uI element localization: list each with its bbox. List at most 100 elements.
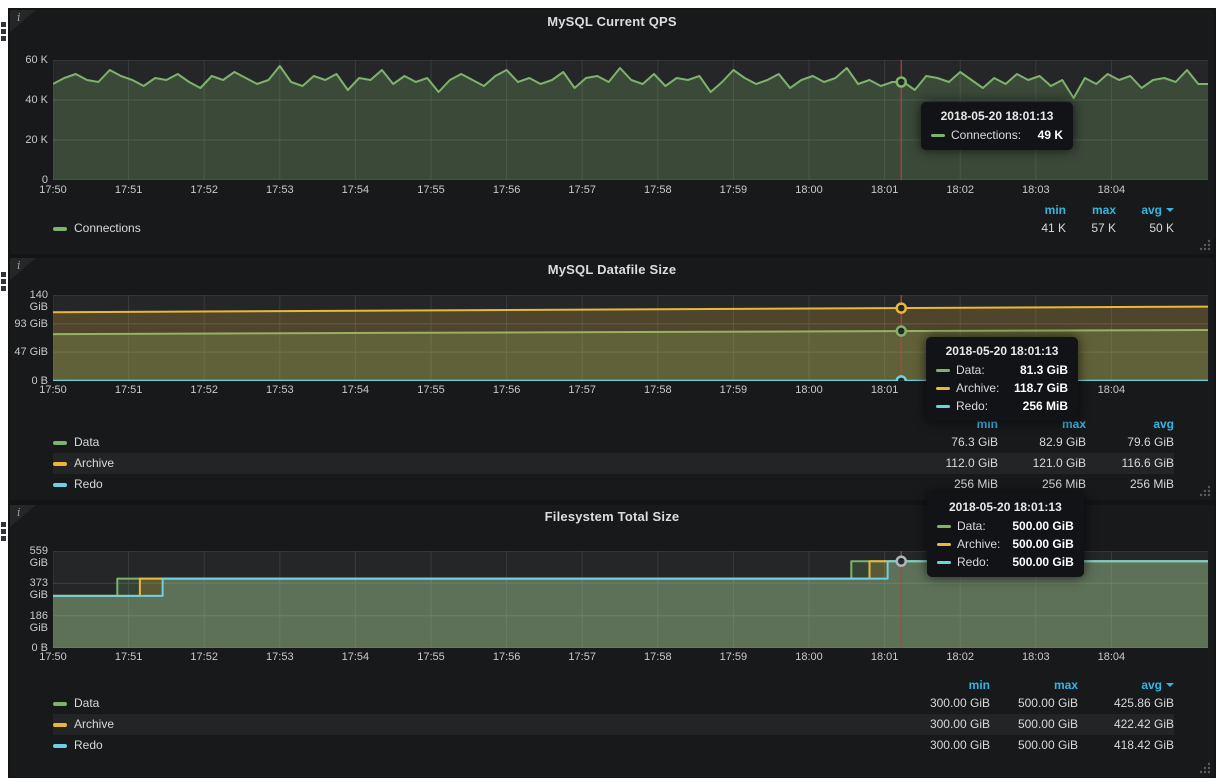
legend-avg-value: 418.42 GiB — [1078, 735, 1174, 756]
legend-row: Archive 112.0 GiB 121.0 GiB 116.6 GiB — [53, 453, 1174, 474]
tooltip-label: Archive: — [956, 381, 999, 395]
series-color-dash — [936, 369, 950, 372]
legend-row: Connections 41 K 57 K 50 K — [53, 218, 1174, 239]
legend-max-value: 500.00 GiB — [990, 714, 1078, 735]
tooltip-label: Redo: — [956, 399, 988, 413]
tooltip-label: Data: — [957, 519, 986, 533]
series-name[interactable]: Archive — [74, 453, 114, 474]
legend-avg-value: 256 MiB — [1086, 474, 1174, 495]
x-axis-label: 18:04 — [1083, 651, 1139, 663]
legend-min-value: 300.00 GiB — [902, 735, 990, 756]
x-axis-label: 17:53 — [252, 184, 308, 196]
legend-row: Data 76.3 GiB 82.9 GiB 79.6 GiB — [53, 432, 1174, 453]
legend-sort-max[interactable]: max — [990, 677, 1078, 693]
x-axis-label: 17:54 — [327, 384, 383, 396]
series-name[interactable]: Connections — [74, 218, 141, 239]
series-name[interactable]: Data — [74, 693, 99, 714]
y-axis-label: 373 GiB — [10, 577, 48, 601]
x-axis-label: 18:01 — [857, 184, 913, 196]
legend-row: Archive 300.00 GiB 500.00 GiB 422.42 GiB — [53, 714, 1174, 735]
tooltip-label: Connections: — [951, 128, 1021, 142]
legend-sort-avg[interactable]: avg — [1116, 202, 1174, 218]
sort-caret-icon — [1166, 208, 1174, 212]
legend-max-value: 500.00 GiB — [990, 735, 1078, 756]
x-axis-label: 17:59 — [705, 384, 761, 396]
x-axis-label: 17:51 — [101, 184, 157, 196]
panel-drag-grip[interactable] — [1, 22, 7, 43]
tooltip-label: Archive: — [957, 537, 1000, 551]
y-axis-label: 0 — [10, 174, 48, 186]
x-axis-label: 18:02 — [932, 184, 988, 196]
x-axis-label: 17:57 — [554, 184, 610, 196]
tooltip-row: Data: 500.00 GiB — [937, 519, 1074, 533]
legend-min-value: 256 MiB — [910, 474, 998, 495]
legend-row: Redo 256 MiB 256 MiB 256 MiB — [53, 474, 1174, 495]
tooltip-row: Archive: 118.7 GiB — [936, 381, 1068, 395]
x-axis-label: 17:51 — [101, 384, 157, 396]
x-axis-label: 17:59 — [705, 651, 761, 663]
panel-drag-grip[interactable] — [1, 522, 7, 543]
x-axis-label: 17:52 — [176, 651, 232, 663]
series-color-dash — [53, 723, 67, 727]
x-axis-label: 17:54 — [327, 651, 383, 663]
y-axis-label: 0 B — [10, 642, 48, 654]
legend-sort-min[interactable]: min — [902, 677, 990, 693]
x-axis-label: 17:56 — [479, 184, 535, 196]
x-axis-label: 18:01 — [857, 384, 913, 396]
series-name[interactable]: Redo — [74, 474, 103, 495]
legend-header-row: min max avg — [53, 202, 1174, 218]
panel-title[interactable]: MySQL Current QPS — [10, 14, 1214, 29]
legend: min max avg Data 300.00 GiB 500.00 GiB 4… — [53, 677, 1174, 756]
series-color-dash — [53, 227, 67, 231]
y-axis-label: 140 GiB — [10, 289, 48, 313]
legend-sort-max[interactable]: max — [1066, 202, 1116, 218]
legend-row: Data 300.00 GiB 500.00 GiB 425.86 GiB — [53, 693, 1174, 714]
legend-max-value: 256 MiB — [998, 474, 1086, 495]
x-axis-label: 17:56 — [479, 651, 535, 663]
legend-min-value: 76.3 GiB — [910, 432, 998, 453]
y-axis-label: 93 GiB — [10, 318, 48, 330]
series-color-dash — [53, 702, 67, 706]
x-axis-label: 18:03 — [1008, 651, 1064, 663]
tooltip-value: 500.00 GiB — [1000, 555, 1073, 569]
series-color-dash — [53, 483, 67, 487]
x-axis-label: 17:55 — [403, 384, 459, 396]
x-axis-label: 17:58 — [630, 384, 686, 396]
x-axis-label: 18:00 — [781, 184, 837, 196]
tooltip-row: Archive: 500.00 GiB — [937, 537, 1074, 551]
x-axis-label: 17:52 — [176, 384, 232, 396]
x-axis-label: 17:51 — [101, 651, 157, 663]
series-name[interactable]: Redo — [74, 735, 103, 756]
series-name[interactable]: Archive — [74, 714, 114, 735]
panel-resize-handle[interactable] — [1199, 485, 1211, 497]
legend-header-row: min max avg — [53, 677, 1174, 693]
legend-avg-value: 425.86 GiB — [1078, 693, 1174, 714]
x-axis-label: 17:58 — [630, 651, 686, 663]
series-color-dash — [937, 525, 951, 528]
legend-min-value: 300.00 GiB — [902, 693, 990, 714]
x-axis-label: 17:53 — [252, 651, 308, 663]
legend-min-value: 112.0 GiB — [910, 453, 998, 474]
panel-drag-grip[interactable] — [1, 272, 7, 293]
legend-min-value: 300.00 GiB — [902, 714, 990, 735]
legend-max-value: 82.9 GiB — [998, 432, 1086, 453]
x-axis-label: 17:59 — [705, 184, 761, 196]
tooltip-row: Connections: 49 K — [931, 128, 1063, 142]
series-color-dash — [53, 441, 67, 445]
legend: min max avg Connections 41 K 57 K 50 K — [53, 202, 1174, 239]
legend-sort-avg[interactable]: avg — [1086, 416, 1174, 432]
series-name[interactable]: Data — [74, 432, 99, 453]
panel-resize-handle[interactable] — [1199, 239, 1211, 251]
y-axis-label: 559 GiB — [10, 545, 48, 569]
legend-max-value: 57 K — [1066, 218, 1116, 239]
panel-resize-handle[interactable] — [1199, 762, 1211, 774]
legend-sort-avg[interactable]: avg — [1078, 677, 1174, 693]
series-color-dash — [936, 387, 950, 390]
tooltip-time: 2018-05-20 18:01:13 — [937, 500, 1074, 514]
legend-avg-value: 79.6 GiB — [1086, 432, 1174, 453]
legend-sort-min[interactable]: min — [1016, 202, 1066, 218]
x-axis-label: 17:55 — [403, 651, 459, 663]
tooltip-value: 81.3 GiB — [1008, 363, 1068, 377]
x-axis-label: 17:56 — [479, 384, 535, 396]
panel-title[interactable]: MySQL Datafile Size — [10, 262, 1214, 277]
